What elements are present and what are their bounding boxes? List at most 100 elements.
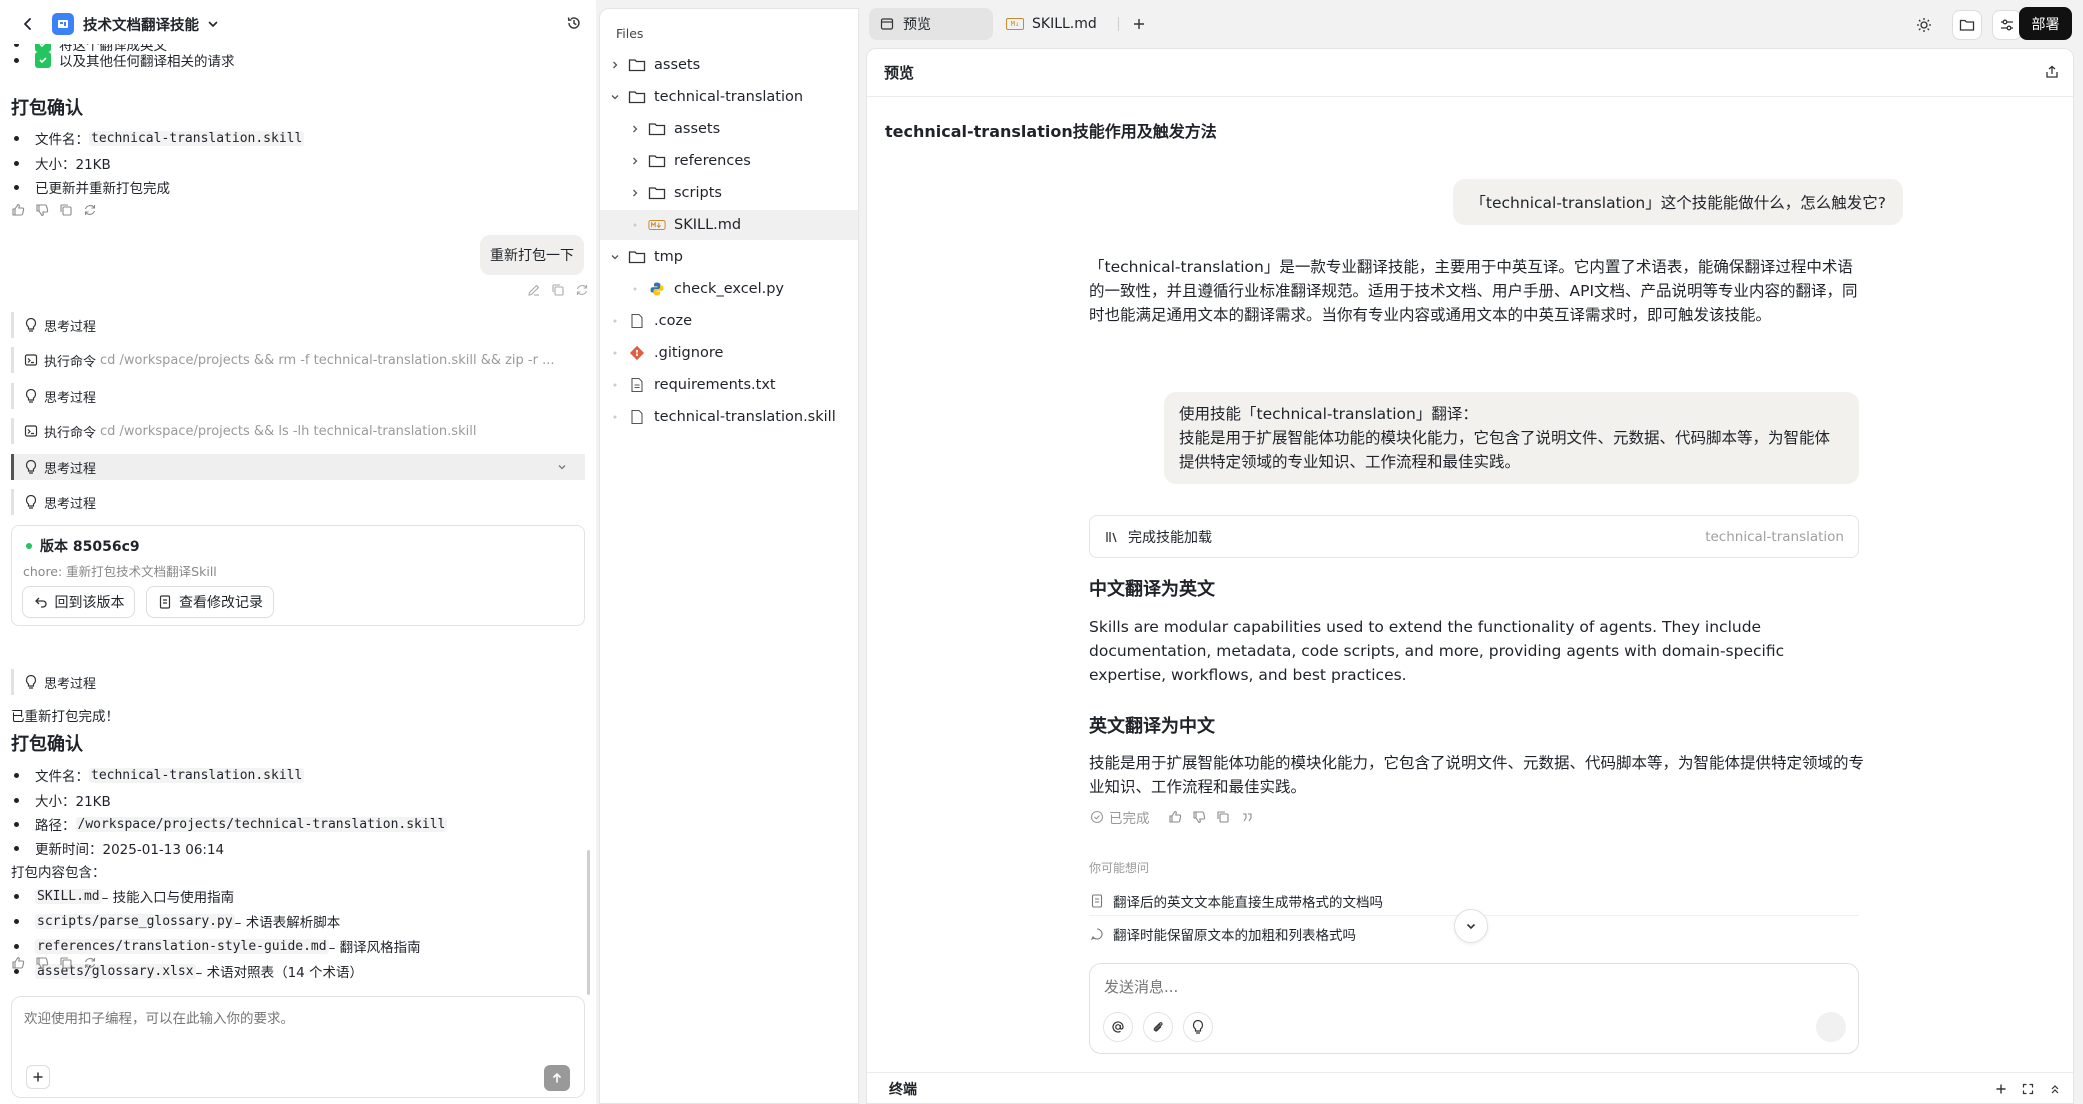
- folder-button[interactable]: [1952, 10, 1982, 40]
- thinking-step[interactable]: 思考过程: [11, 312, 585, 338]
- add-terminal-icon[interactable]: [1993, 1081, 2009, 1097]
- tree-file[interactable]: requirements.txt: [600, 370, 858, 400]
- tree-item-label: tmp: [654, 249, 684, 265]
- tree-item-label: check_excel.py: [674, 281, 785, 297]
- scrollbar[interactable]: [587, 850, 590, 995]
- chevron-down-icon[interactable]: [205, 16, 221, 32]
- expand-icon[interactable]: [2020, 1081, 2036, 1097]
- chevron-down-icon[interactable]: [555, 460, 569, 474]
- step-label: 执行命令: [44, 425, 97, 441]
- version-message: chore: 重新打包技术文档翻译Skill: [23, 564, 217, 579]
- chat-bubble-icon: [1089, 926, 1105, 942]
- tree-folder[interactable]: references: [600, 146, 858, 176]
- copy-icon[interactable]: [59, 956, 73, 970]
- thinking-step[interactable]: 思考过程: [11, 489, 585, 515]
- chevron-right-icon[interactable]: [628, 154, 642, 168]
- skill-load-card[interactable]: 完成技能加载 technical-translation: [1089, 515, 1859, 558]
- thumbs-down-icon[interactable]: [1192, 810, 1206, 824]
- copy-icon[interactable]: [1216, 810, 1230, 824]
- thinking-step[interactable]: 思考过程: [11, 383, 585, 409]
- settings-sliders-button[interactable]: [1992, 10, 2022, 40]
- bullet-icon: [608, 314, 622, 328]
- tree-file[interactable]: .gitignore: [600, 338, 858, 368]
- tab-label: SKILL.md: [1032, 16, 1097, 32]
- git-file-icon: [628, 344, 646, 362]
- share-icon[interactable]: [2043, 63, 2061, 81]
- thumbs-up-icon[interactable]: [11, 203, 25, 217]
- tree-folder[interactable]: assets: [600, 50, 858, 80]
- tree-file[interactable]: technical-translation.skill: [600, 402, 858, 432]
- thumbs-up-icon[interactable]: [1168, 810, 1182, 824]
- tab-preview[interactable]: 预览: [869, 8, 993, 40]
- completed-label: 已完成: [1109, 811, 1150, 827]
- step-label: 思考过程: [44, 461, 97, 477]
- deploy-button[interactable]: 部署: [2019, 7, 2072, 40]
- chevron-down-icon[interactable]: [608, 250, 622, 264]
- thumbs-down-icon[interactable]: [35, 956, 49, 970]
- tree-file[interactable]: check_excel.py: [600, 274, 858, 304]
- tree-folder[interactable]: assets: [600, 114, 858, 144]
- view-changes-button[interactable]: 查看修改记录: [146, 586, 274, 618]
- quote-icon[interactable]: [1240, 810, 1254, 824]
- edit-icon[interactable]: [527, 283, 541, 297]
- lightbulb-icon: [24, 495, 38, 509]
- tab-skill-md[interactable]: M↓ SKILL.md: [1000, 8, 1097, 40]
- scroll-down-button[interactable]: [1454, 909, 1488, 943]
- history-icon[interactable]: [565, 14, 583, 32]
- tree-item-label: technical-translation.skill: [654, 409, 836, 425]
- tree-folder[interactable]: technical-translation: [600, 82, 858, 112]
- tree-folder[interactable]: tmp: [600, 242, 858, 272]
- check-circle-icon: [1089, 809, 1105, 825]
- back-icon[interactable]: [18, 14, 38, 34]
- send-button[interactable]: [1816, 1012, 1846, 1042]
- refresh-icon[interactable]: [575, 283, 589, 297]
- command-step[interactable]: 执行命令 cd /workspace/projects && rm -f tec…: [11, 347, 585, 373]
- tree-item-label: SKILL.md: [674, 217, 742, 233]
- list-item-text: 以及其他任何翻译相关的请求: [59, 54, 235, 70]
- attach-button[interactable]: [1143, 1012, 1173, 1042]
- message-actions: [11, 203, 97, 217]
- theme-toggle-icon[interactable]: [1911, 12, 1937, 38]
- chevron-right-icon[interactable]: [608, 58, 622, 72]
- section-heading: 英文翻译为中文: [1089, 716, 1215, 737]
- tree-file[interactable]: .coze: [600, 306, 858, 336]
- thumbs-down-icon[interactable]: [35, 203, 49, 217]
- chevron-right-icon[interactable]: [628, 122, 642, 136]
- new-tab-icon[interactable]: [1129, 14, 1149, 34]
- suggestion-text: 翻译后的英文文本能直接生成带格式的文档吗: [1113, 894, 1383, 911]
- idea-button[interactable]: [1183, 1012, 1213, 1042]
- chat-header: 技术文档翻译技能: [0, 0, 596, 48]
- chevron-double-up-icon[interactable]: [2047, 1081, 2063, 1097]
- terminal-label[interactable]: 终端: [889, 1079, 917, 1099]
- refresh-icon[interactable]: [83, 203, 97, 217]
- thinking-step-hovered[interactable]: 思考过程: [11, 454, 585, 480]
- add-icon[interactable]: [26, 1065, 50, 1089]
- chevron-right-icon[interactable]: [628, 186, 642, 200]
- thumbs-up-icon[interactable]: [11, 956, 25, 970]
- markdown-file-icon: M↓: [1006, 18, 1024, 30]
- refresh-icon[interactable]: [83, 956, 97, 970]
- tree-file[interactable]: SKILL.md: [600, 210, 858, 240]
- contents-label: 打包内容包含：: [11, 865, 106, 881]
- revert-version-button[interactable]: 回到该版本: [22, 586, 135, 618]
- skill-load-name: technical-translation: [1705, 528, 1844, 545]
- text-file-icon: [628, 376, 646, 394]
- document-icon: [157, 594, 173, 610]
- bullet-icon: [608, 346, 622, 360]
- command-step[interactable]: 执行命令 cd /workspace/projects && ls -lh te…: [11, 418, 585, 444]
- thinking-step[interactable]: 思考过程: [11, 669, 585, 695]
- preview-icon: [879, 16, 895, 32]
- chevron-down-icon[interactable]: [608, 90, 622, 104]
- content-desc: – 术语对照表（14 个术语）: [195, 965, 364, 981]
- mention-button[interactable]: [1103, 1012, 1133, 1042]
- lightbulb-icon: [24, 675, 38, 689]
- tree-item-label: assets: [674, 121, 721, 137]
- assistant-text: 已重新打包完成！: [11, 709, 119, 725]
- copy-icon[interactable]: [59, 203, 73, 217]
- chat-input[interactable]: [24, 1007, 572, 1047]
- project-title[interactable]: 技术文档翻译技能: [83, 14, 199, 35]
- preview-message-input[interactable]: [1104, 976, 1804, 998]
- send-button[interactable]: [544, 1065, 570, 1091]
- tree-folder[interactable]: scripts: [600, 178, 858, 208]
- copy-icon[interactable]: [551, 283, 565, 297]
